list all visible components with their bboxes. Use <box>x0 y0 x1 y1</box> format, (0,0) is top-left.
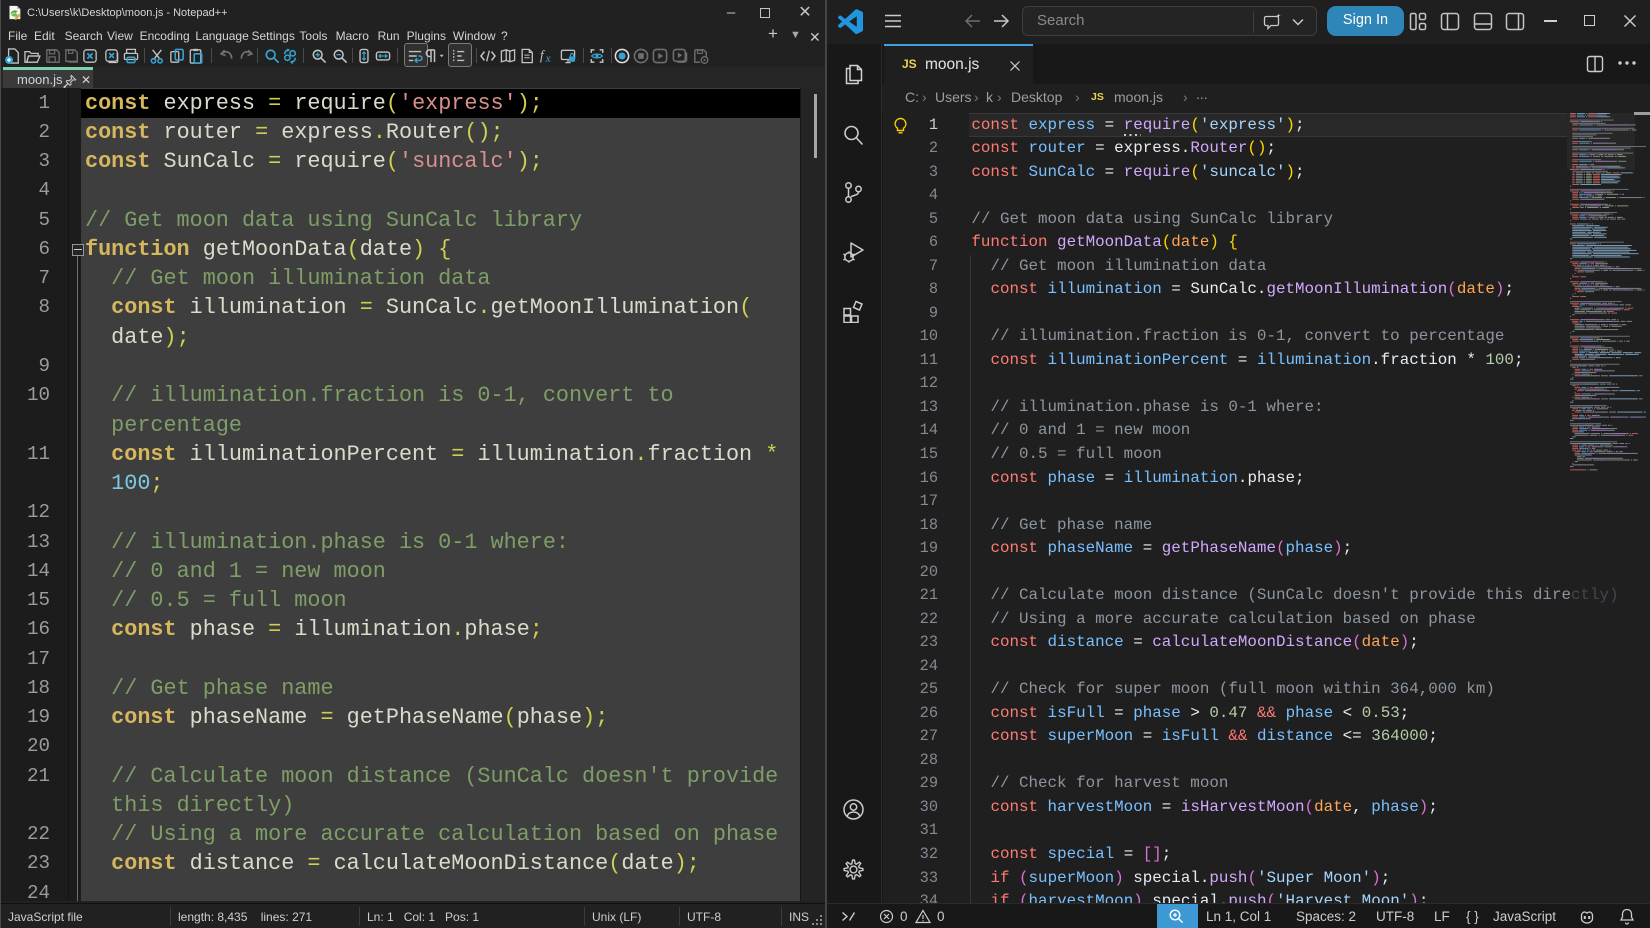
svg-text:x: x <box>545 53 551 65</box>
